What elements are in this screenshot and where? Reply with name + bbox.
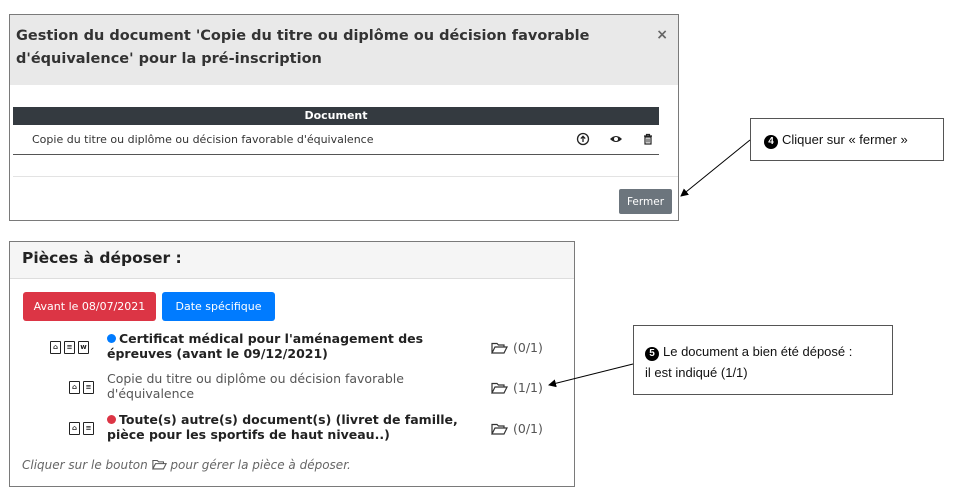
- word-icon[interactable]: w: [78, 341, 89, 354]
- status-dot: [107, 415, 116, 424]
- callout-step-4: 4 Cliquer sur « fermer »: [750, 118, 944, 161]
- doc-icon[interactable]: ≡: [83, 381, 94, 394]
- item-label: Copie du titre ou diplôme ou décision fa…: [107, 371, 404, 386]
- pdf-icon[interactable]: ⌂: [50, 341, 61, 354]
- document-name: Copie du titre ou diplôme ou décision fa…: [32, 133, 374, 146]
- item-label: Certificat médical pour l'aménagement de…: [119, 331, 424, 346]
- manage-piece-button[interactable]: (1/1): [491, 380, 543, 395]
- manage-piece-button[interactable]: (0/1): [491, 421, 543, 436]
- manage-piece-button[interactable]: (0/1): [491, 340, 543, 355]
- document-modal: Gestion du document 'Copie du titre ou d…: [9, 14, 679, 221]
- item-label-line2: d'équivalence: [107, 386, 195, 401]
- pdf-icon[interactable]: ⌂: [69, 381, 80, 394]
- doc-icon[interactable]: ≡: [64, 341, 75, 354]
- item-label: Toute(s) autre(s) document(s) (livret de…: [119, 412, 458, 427]
- folder-open-icon: [491, 382, 508, 394]
- callout-text-line2: il est indiqué (1/1): [645, 365, 748, 380]
- table-row: Copie du titre ou diplôme ou décision fa…: [13, 127, 659, 155]
- panel-hint: Cliquer sur le bouton pour gérer la pièc…: [22, 458, 351, 472]
- trash-icon[interactable]: [641, 132, 655, 146]
- modal-title: Gestion du document 'Copie du titre ou d…: [16, 28, 590, 67]
- piece-count: (1/1): [513, 380, 543, 395]
- document-table-header: Document: [13, 107, 659, 125]
- deadline-filter-button[interactable]: Avant le 08/07/2021: [23, 292, 156, 321]
- modal-header: Gestion du document 'Copie du titre ou d…: [10, 15, 678, 85]
- item-label-line2: épreuves (avant le 09/12/2021): [107, 346, 328, 361]
- arrow-to-fermer: [680, 139, 751, 197]
- pdf-icon[interactable]: ⌂: [69, 422, 80, 435]
- panel-header: Pièces à déposer :: [10, 242, 574, 279]
- callout-text: Le document a bien été déposé :: [663, 344, 853, 359]
- callout-step-5: 5 Le document a bien été déposé : il est …: [633, 325, 893, 395]
- folder-open-icon: [491, 423, 508, 435]
- pieces-panel: Pièces à déposer : Avant le 08/07/2021 D…: [9, 241, 575, 487]
- close-button[interactable]: Fermer: [619, 189, 672, 214]
- item-label-line2: pièce pour les sportifs de haut niveau..…: [107, 427, 390, 442]
- upload-icon[interactable]: [576, 132, 590, 146]
- callout-text: Cliquer sur « fermer »: [782, 132, 908, 147]
- piece-count: (0/1): [513, 421, 543, 436]
- panel-title: Pièces à déposer :: [22, 249, 182, 267]
- folder-open-icon: [491, 342, 508, 354]
- modal-footer-divider: [13, 176, 678, 177]
- step-number-badge: 5: [645, 347, 659, 361]
- status-dot: [107, 334, 116, 343]
- piece-count: (0/1): [513, 340, 543, 355]
- specific-date-button[interactable]: Date spécifique: [162, 292, 275, 321]
- folder-open-icon: [151, 460, 167, 470]
- eye-icon[interactable]: [609, 132, 623, 146]
- step-number-badge: 4: [764, 135, 778, 149]
- doc-icon[interactable]: ≡: [83, 422, 94, 435]
- close-icon[interactable]: ×: [656, 27, 668, 43]
